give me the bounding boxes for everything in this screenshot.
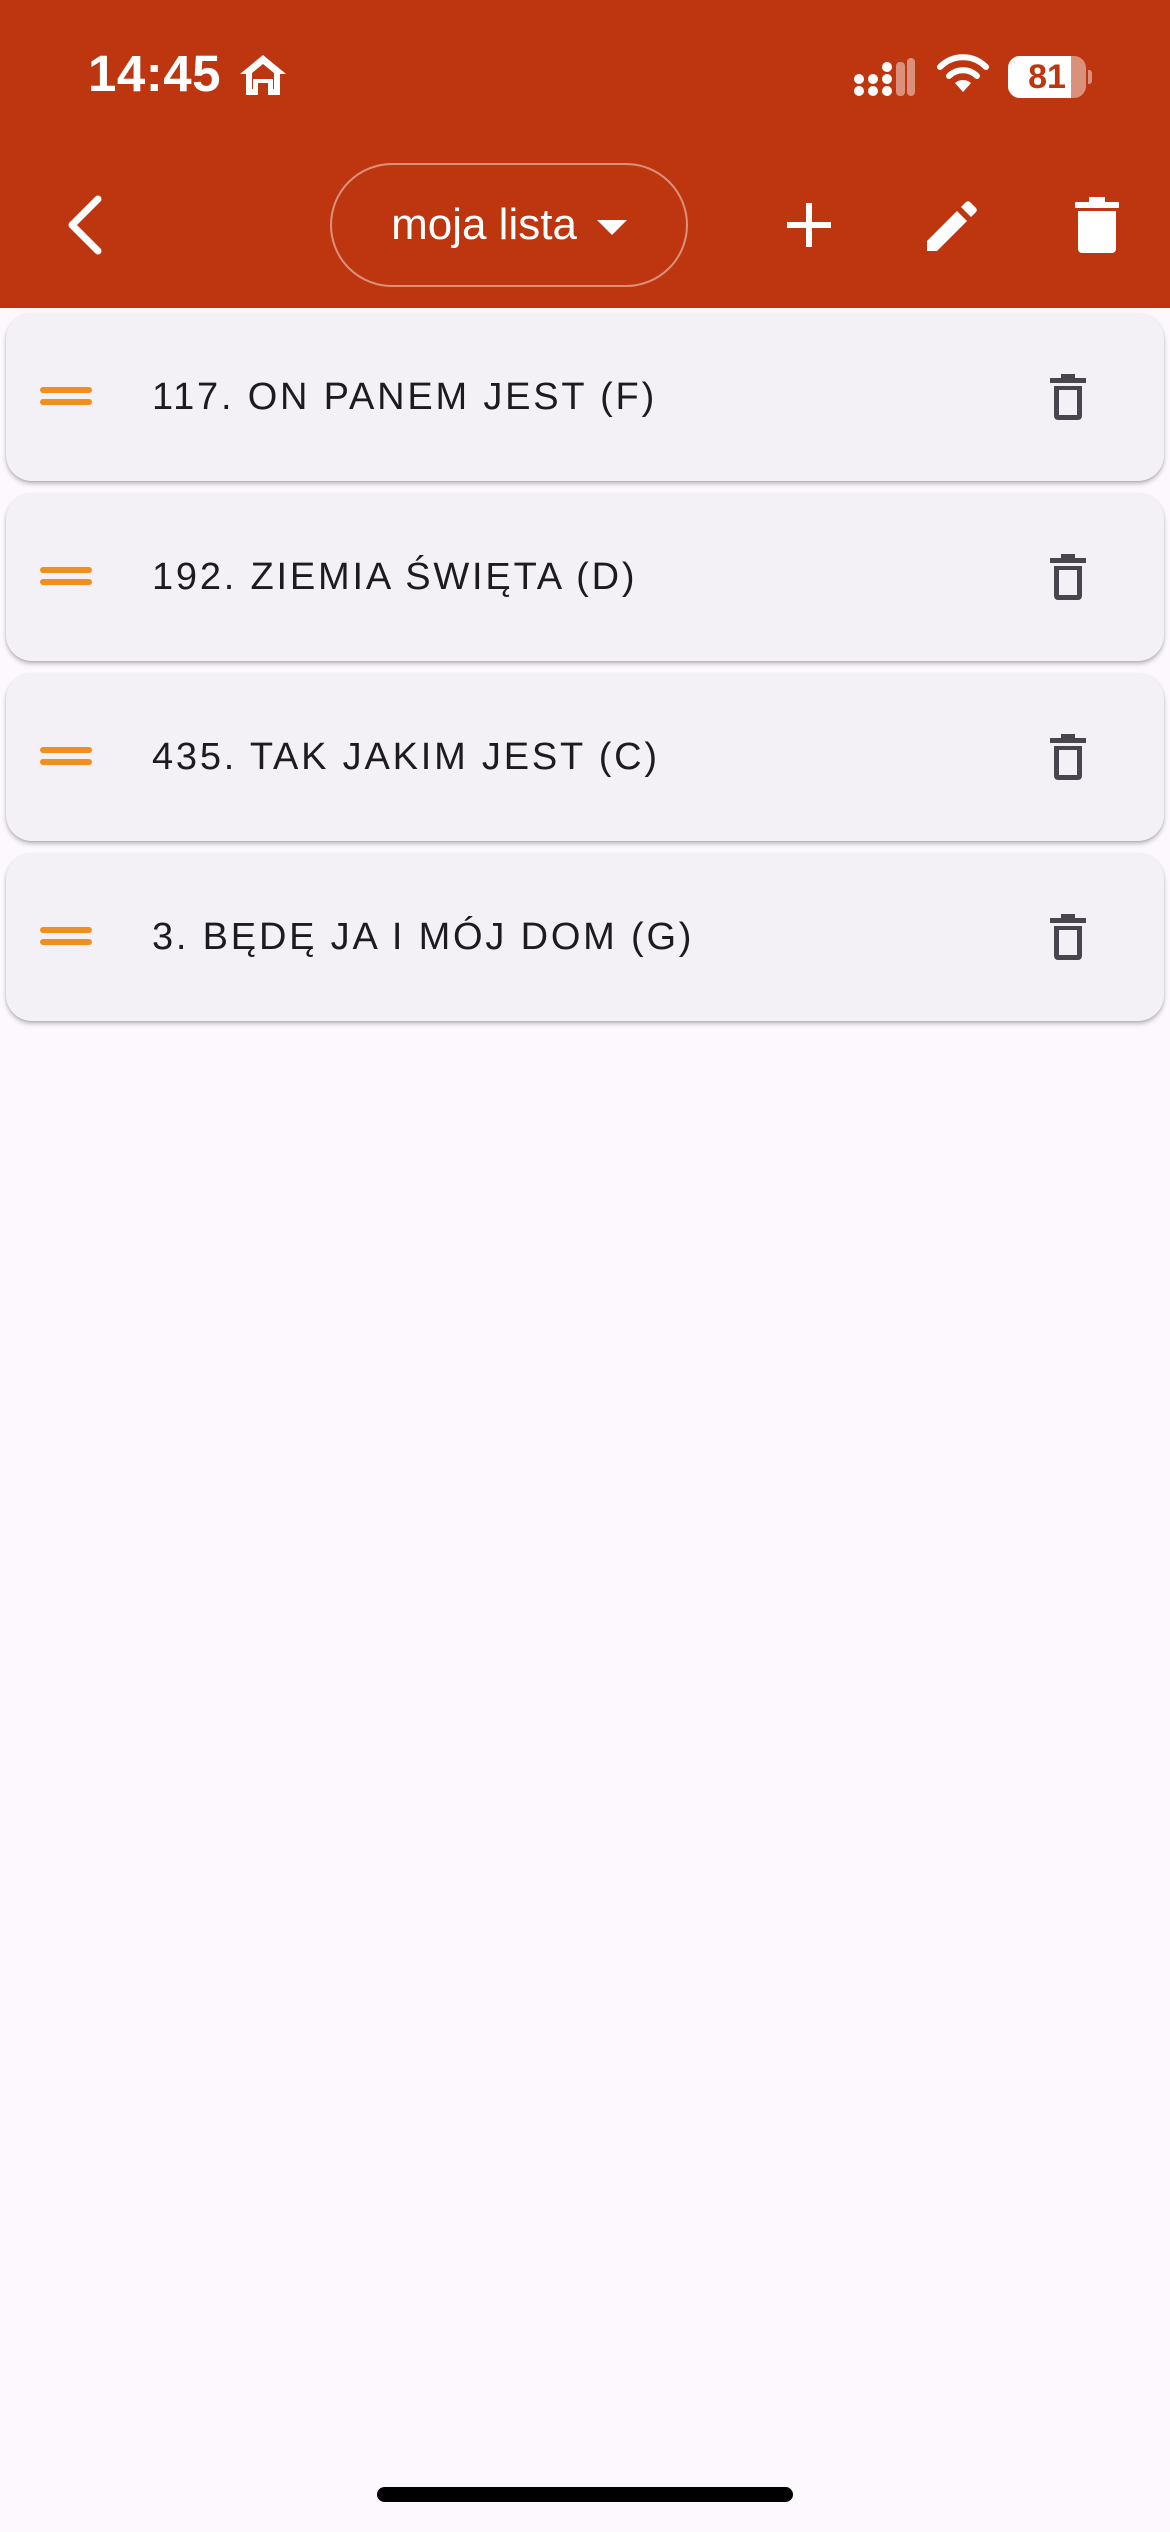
back-button[interactable]: [44, 178, 124, 272]
cellular-signal-icon: [854, 58, 915, 96]
edit-list-button[interactable]: [908, 180, 998, 270]
delete-list-button[interactable]: [1052, 180, 1142, 270]
battery-icon: 81: [1008, 56, 1092, 98]
song-list: 117. ON PANEM JEST (F) 192. ZIEMIA ŚWIĘT…: [6, 313, 1164, 1033]
list-selector-dropdown[interactable]: moja lista: [330, 163, 688, 287]
list-item[interactable]: 435. TAK JAKIM JEST (C): [6, 673, 1164, 841]
home-indicator[interactable]: [377, 2487, 793, 2502]
list-item[interactable]: 117. ON PANEM JEST (F): [6, 313, 1164, 481]
song-title: 435. TAK JAKIM JEST (C): [152, 736, 660, 778]
song-title: 117. ON PANEM JEST (F): [152, 376, 658, 418]
song-title: 3. BĘDĘ JA I MÓJ DOM (G): [152, 916, 695, 958]
song-title: 192. ZIEMIA ŚWIĘTA (D): [152, 556, 638, 598]
trash-filled-icon: [1075, 197, 1119, 253]
battery-body: 81: [1008, 56, 1086, 98]
caret-down-icon: [596, 219, 627, 235]
drag-handle-icon[interactable]: [40, 923, 92, 949]
battery-level: 81: [1028, 58, 1066, 96]
delete-song-button[interactable]: [1028, 897, 1108, 977]
add-song-button[interactable]: [764, 180, 854, 270]
drag-handle-icon[interactable]: [40, 383, 92, 409]
plus-icon: [787, 203, 831, 247]
list-item[interactable]: 3. BĘDĘ JA I MÓJ DOM (G): [6, 853, 1164, 1021]
chevron-left-icon: [68, 195, 102, 255]
drag-handle-icon[interactable]: [40, 563, 92, 589]
trash-outline-icon: [1050, 374, 1086, 420]
status-time: 14:45: [88, 45, 221, 102]
trash-outline-icon: [1050, 554, 1086, 600]
pencil-icon: [927, 201, 977, 251]
wifi-icon: [937, 54, 989, 92]
trash-outline-icon: [1050, 734, 1086, 780]
battery-cap: [1088, 70, 1092, 84]
delete-song-button[interactable]: [1028, 537, 1108, 617]
delete-song-button[interactable]: [1028, 717, 1108, 797]
delete-song-button[interactable]: [1028, 357, 1108, 437]
screen: 14:45 81 moja lista 117. ON PANEM JEST (…: [0, 0, 1170, 2532]
list-item[interactable]: 192. ZIEMIA ŚWIĘTA (D): [6, 493, 1164, 661]
home-icon: [240, 55, 286, 95]
drag-handle-icon[interactable]: [40, 743, 92, 769]
trash-outline-icon: [1050, 914, 1086, 960]
list-selector-label: moja lista: [391, 200, 577, 249]
app-bar: 14:45 81 moja lista: [0, 0, 1170, 308]
